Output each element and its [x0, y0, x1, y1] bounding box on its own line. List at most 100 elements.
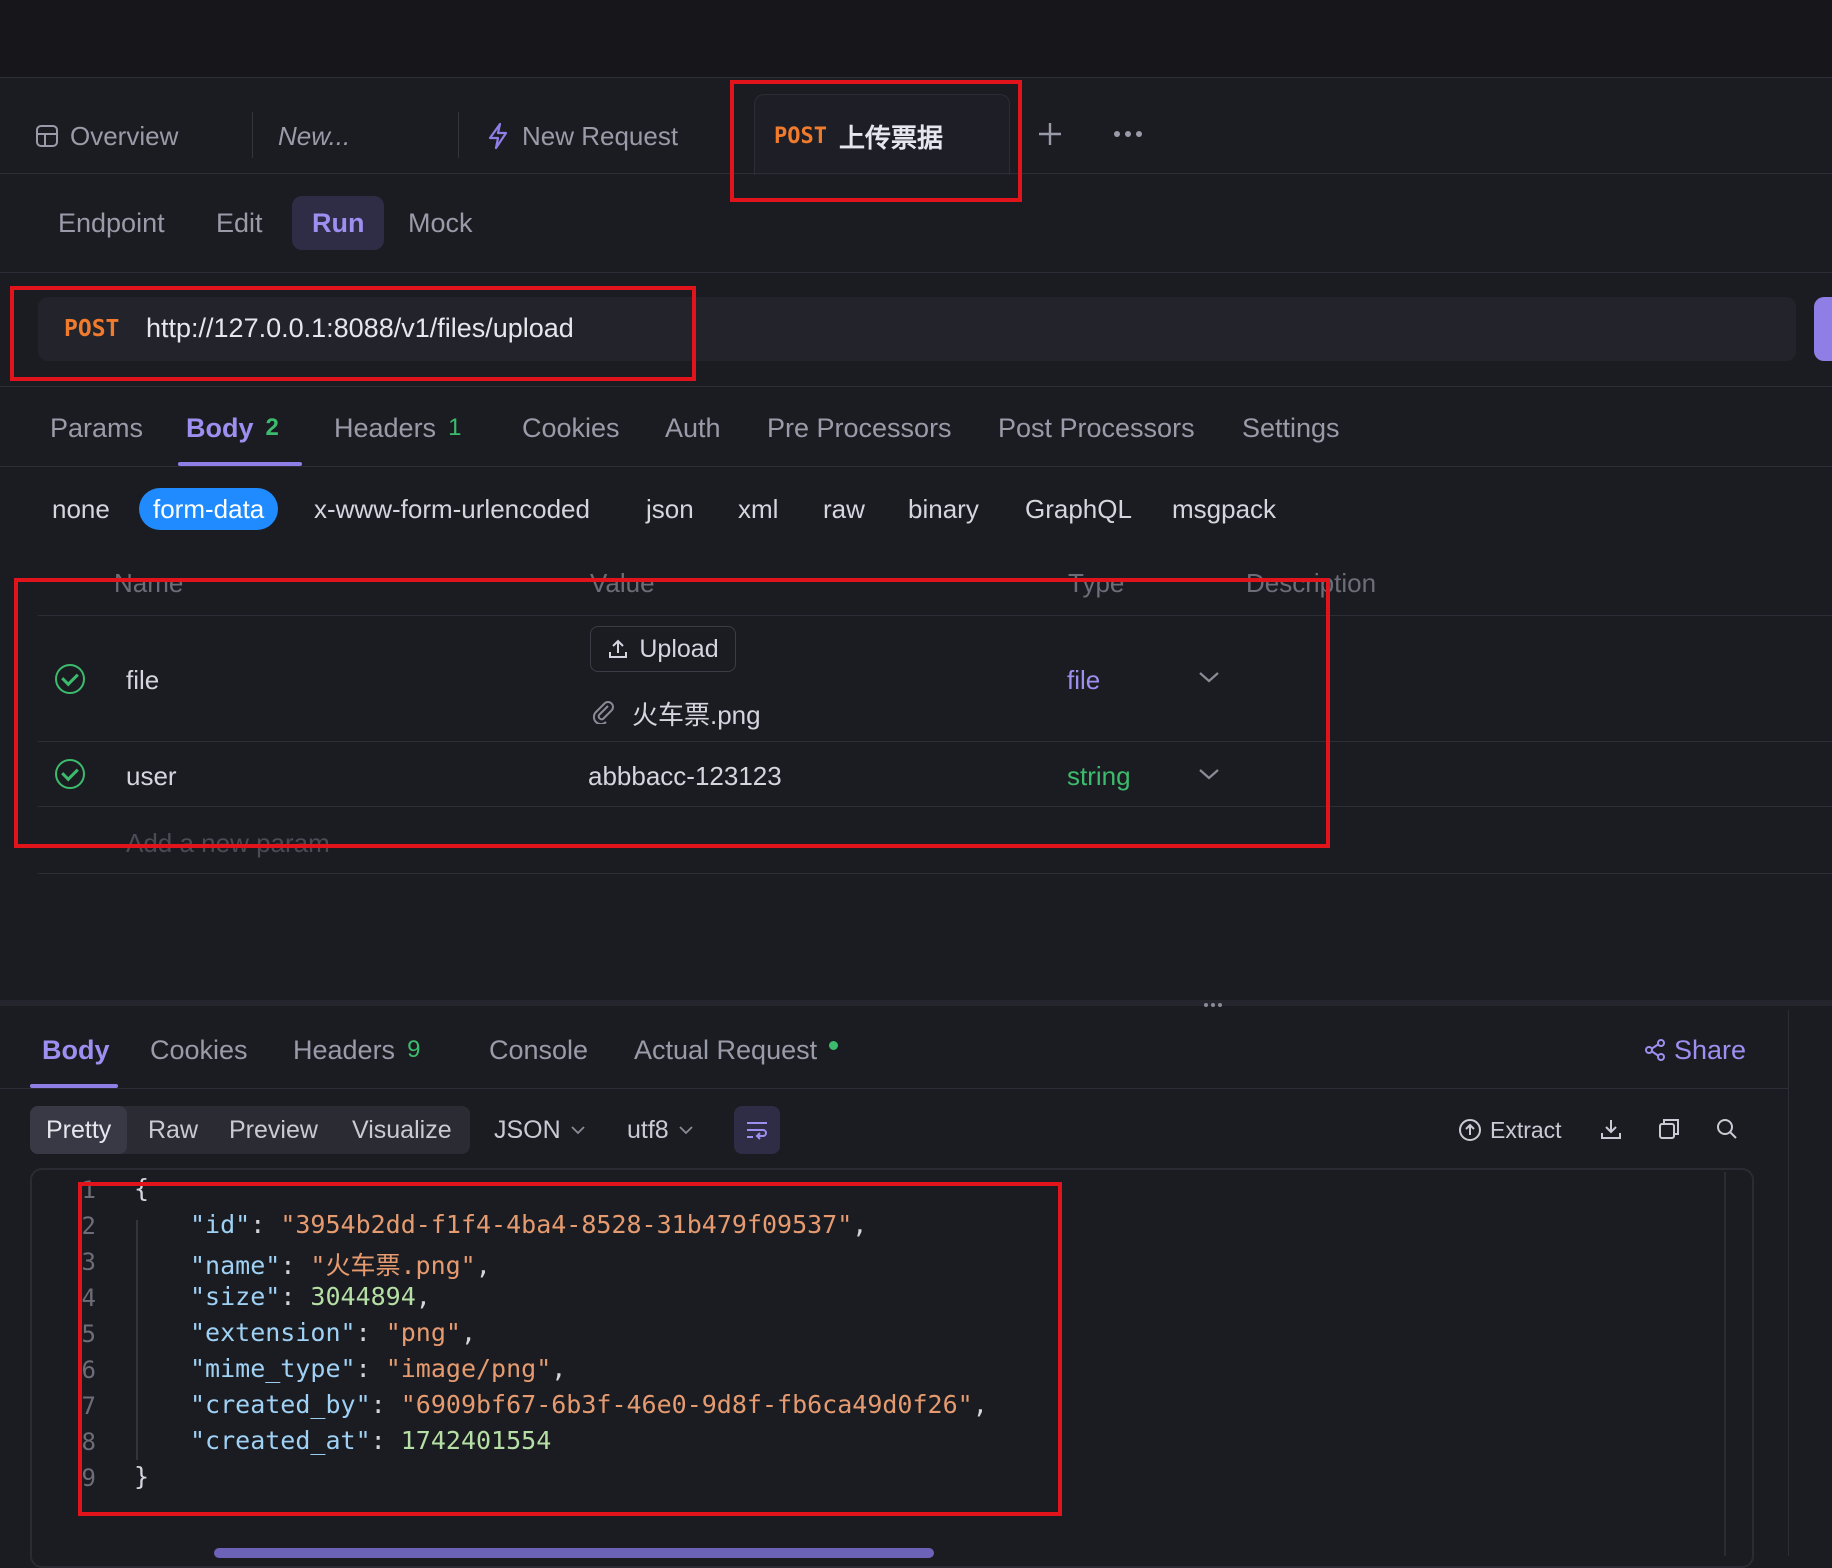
json-value: 1742401554 [400, 1426, 552, 1455]
method-select[interactable]: POST [64, 316, 119, 342]
extract-button-label: Extract [1490, 1116, 1562, 1143]
view-pretty[interactable]: Pretty [30, 1106, 128, 1154]
tab-upload-ticket[interactable]: POST 上传票据 [774, 100, 943, 172]
tab-pre-processors[interactable]: Pre Processors [767, 408, 952, 448]
body-type-urlencoded[interactable]: x-www-form-urlencoded [314, 488, 590, 530]
json-value: "png" [385, 1318, 461, 1347]
row-enabled-checkbox[interactable] [55, 759, 85, 789]
divider [38, 615, 1832, 616]
tab-overview-label: Overview [70, 120, 179, 151]
line-number: 4 [81, 1284, 96, 1312]
code-line: "created_by": "6909bf67-6b3f-46e0-9d8f-f… [190, 1390, 988, 1419]
send-button[interactable] [1814, 297, 1832, 361]
chevron-down-icon[interactable] [1198, 767, 1220, 781]
upload-button-label: Upload [639, 634, 719, 663]
tab-new-request[interactable]: New Request [486, 100, 678, 172]
panel-splitter[interactable] [0, 1000, 1832, 1006]
tab-mock[interactable]: Mock [388, 196, 493, 250]
tab-params[interactable]: Params [50, 408, 143, 448]
horizontal-scrollbar-thumb[interactable] [214, 1548, 934, 1558]
tab-body[interactable]: Body 2 [186, 408, 279, 448]
body-type-xml[interactable]: xml [738, 488, 778, 530]
attached-file-name: 火车票.png [632, 700, 761, 730]
copy-icon [1659, 1119, 1679, 1139]
json-value: "火车票.png" [310, 1251, 476, 1280]
tab-overview[interactable]: Overview [36, 100, 178, 172]
body-type-json[interactable]: json [646, 488, 694, 530]
body-type-raw[interactable]: raw [823, 488, 865, 530]
tab-upload-ticket-label: 上传票据 [838, 122, 943, 153]
body-type-msgpack[interactable]: msgpack [1172, 488, 1276, 530]
extract-button[interactable]: Extract [1458, 1106, 1562, 1154]
tab-response-body[interactable]: Body [42, 1030, 110, 1070]
line-number: 7 [81, 1392, 96, 1420]
divider [252, 112, 253, 158]
download-button[interactable] [1596, 1114, 1626, 1144]
tab-post-processors[interactable]: Post Processors [998, 408, 1195, 448]
search-icon [1717, 1119, 1737, 1139]
tab-auth[interactable]: Auth [665, 408, 721, 448]
chevron-down-icon [571, 1125, 585, 1134]
tab-actual-request[interactable]: Actual Request [634, 1030, 839, 1070]
divider [0, 173, 1832, 174]
format-select-value: JSON [494, 1115, 561, 1144]
param-value[interactable]: abbbacc-123123 [588, 761, 782, 792]
json-value: "image/png" [385, 1354, 552, 1383]
upload-button[interactable]: Upload [590, 626, 736, 672]
tab-console[interactable]: Console [489, 1030, 588, 1070]
divider [38, 741, 1832, 742]
code-line: "name": "火车票.png", [190, 1251, 491, 1280]
column-header-value: Value [590, 568, 655, 598]
body-type-graphql[interactable]: GraphQL [1025, 488, 1132, 530]
view-preview[interactable]: Preview [213, 1106, 334, 1154]
param-name[interactable]: file [126, 665, 159, 696]
more-horizontal-icon [1114, 131, 1142, 137]
tab-response-cookies[interactable]: Cookies [150, 1030, 248, 1070]
row-enabled-checkbox[interactable] [55, 664, 85, 694]
tab-endpoint[interactable]: Endpoint [38, 196, 185, 250]
format-select[interactable]: JSON [494, 1106, 585, 1154]
url-input[interactable]: http://127.0.0.1:8088/v1/files/upload [146, 313, 574, 344]
tab-params-label: Params [50, 412, 144, 443]
view-visualize[interactable]: Visualize [336, 1106, 468, 1154]
body-type-none[interactable]: none [52, 488, 110, 530]
encoding-select[interactable]: utf8 [627, 1106, 693, 1154]
tab-settings[interactable]: Settings [1242, 408, 1340, 448]
tab-body-label: Body [186, 412, 254, 443]
body-type-binary[interactable]: binary [908, 488, 979, 530]
add-param-input[interactable]: Add a new param [126, 828, 330, 859]
word-wrap-button[interactable] [734, 1106, 780, 1154]
share-button[interactable]: Share [1644, 1030, 1746, 1070]
body-type-form-data[interactable]: form-data [139, 488, 279, 530]
tab-headers[interactable]: Headers 1 [334, 408, 461, 448]
param-name[interactable]: user [126, 761, 177, 792]
editor-scrollbar-track[interactable] [1724, 1172, 1726, 1556]
drag-handle-icon[interactable] [1203, 1002, 1223, 1008]
line-number: 3 [81, 1248, 96, 1276]
search-button[interactable] [1712, 1114, 1742, 1144]
param-type[interactable]: file [1067, 665, 1100, 696]
tab-response-headers[interactable]: Headers 9 [293, 1030, 420, 1070]
param-type[interactable]: string [1067, 761, 1131, 792]
extract-icon [1459, 1119, 1481, 1141]
share-icon [1645, 1039, 1665, 1061]
code-line: "id": "3954b2dd-f1f4-4ba4-8528-31b479f09… [190, 1210, 868, 1239]
copy-button[interactable] [1654, 1114, 1684, 1144]
tab-run[interactable]: Run [292, 196, 385, 250]
tab-response-body-label: Body [42, 1034, 110, 1065]
overview-icon [36, 125, 58, 147]
add-tab-button[interactable] [1030, 114, 1070, 154]
encoding-select-value: utf8 [627, 1115, 669, 1144]
code-line: "mime_type": "image/png", [190, 1354, 567, 1383]
json-key: "extension" [190, 1318, 356, 1347]
column-header-description: Description [1246, 568, 1377, 598]
tab-cookies[interactable]: Cookies [522, 408, 620, 448]
tab-new[interactable]: New... [278, 100, 350, 172]
view-raw[interactable]: Raw [132, 1106, 214, 1154]
tab-console-label: Console [489, 1034, 589, 1065]
more-tabs-button[interactable] [1108, 114, 1148, 154]
tab-edit[interactable]: Edit [196, 196, 283, 250]
download-icon [1601, 1120, 1621, 1139]
divider [38, 873, 1832, 874]
chevron-down-icon[interactable] [1198, 670, 1220, 684]
